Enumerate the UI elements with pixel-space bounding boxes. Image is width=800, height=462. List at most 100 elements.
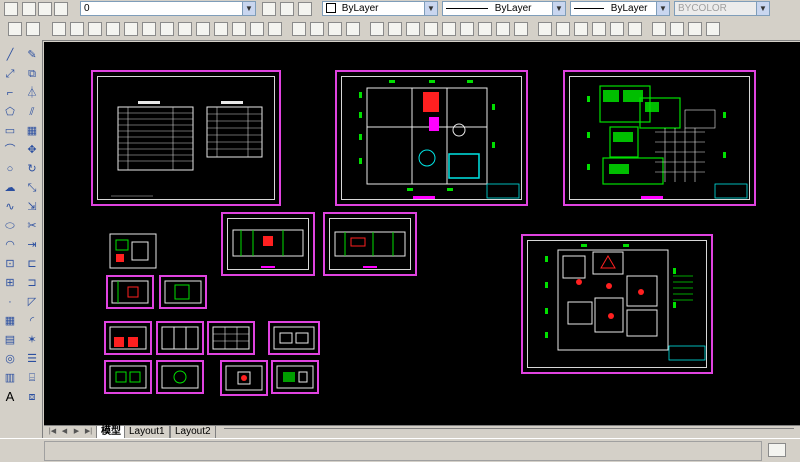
color-dropdown[interactable]: ByLayer ▼ — [322, 1, 438, 16]
drawing-sheet-detail[interactable] — [106, 275, 154, 309]
model-space-canvas[interactable] — [44, 42, 800, 425]
tool-icon[interactable] — [70, 22, 84, 36]
erase-icon[interactable]: ✎ — [25, 48, 39, 62]
drawing-sheet-layout-plan[interactable] — [521, 234, 713, 374]
line-icon[interactable]: ╱ — [3, 48, 17, 62]
tool-icon[interactable] — [178, 22, 192, 36]
match-properties-icon[interactable]: ⌸ — [25, 371, 39, 385]
copy-icon[interactable]: ⧉ — [25, 67, 39, 81]
construction-line-icon[interactable]: ⤢ — [3, 67, 17, 81]
point-icon[interactable]: · — [3, 295, 17, 309]
text-icon[interactable] — [514, 22, 528, 36]
plotstyle-dropdown[interactable]: BYCOLOR ▼ — [674, 1, 770, 16]
polygon-icon[interactable]: ⬠ — [3, 105, 17, 119]
dimension-icon[interactable] — [424, 22, 438, 36]
offset-icon[interactable]: ⫽ — [25, 105, 39, 119]
tool-icon[interactable] — [88, 22, 102, 36]
insert-block-icon[interactable]: ⊡ — [3, 257, 17, 271]
tool-icon[interactable] — [124, 22, 138, 36]
drawing-sheet-elevation[interactable] — [323, 212, 417, 276]
snap-icon[interactable] — [346, 22, 360, 36]
move-icon[interactable]: ✥ — [25, 143, 39, 157]
chamfer-icon[interactable]: ◸ — [25, 295, 39, 309]
snap-icon[interactable] — [292, 22, 306, 36]
layer-previous-icon[interactable] — [280, 2, 294, 16]
drawing-sheet-detail[interactable] — [104, 321, 152, 355]
linetype-dropdown[interactable]: ByLayer ▼ — [442, 1, 566, 16]
ellipse-icon[interactable]: ⬭ — [3, 219, 17, 233]
move-icon[interactable] — [670, 22, 684, 36]
drawing-sheet-detail[interactable] — [271, 360, 319, 394]
next-tab-icon[interactable]: ▶ — [72, 427, 81, 437]
dimension-icon[interactable] — [610, 22, 624, 36]
circle-icon[interactable]: ○ — [3, 162, 17, 176]
layer-icon[interactable] — [26, 22, 40, 36]
polyline-icon[interactable]: ⌐ — [3, 86, 17, 100]
tool-icon[interactable] — [142, 22, 156, 36]
drawing-sheet-detail[interactable] — [156, 360, 204, 394]
communication-center-icon[interactable] — [768, 443, 786, 457]
layer-manager-icon[interactable] — [4, 2, 18, 16]
make-current-layer-icon[interactable] — [262, 2, 276, 16]
revcloud-icon[interactable]: ☁ — [3, 181, 17, 195]
make-block-icon[interactable]: ⊞ — [3, 276, 17, 290]
text-icon[interactable] — [478, 22, 492, 36]
drawing-sheet-detail[interactable] — [159, 275, 207, 309]
last-tab-icon[interactable]: ▶| — [84, 427, 93, 437]
join-icon[interactable]: ⊐ — [25, 276, 39, 290]
break-icon[interactable]: ⊏ — [25, 257, 39, 271]
dimension-icon[interactable] — [574, 22, 588, 36]
first-tab-icon[interactable]: |◀ — [48, 427, 57, 437]
lineweight-dropdown[interactable]: ByLayer ▼ — [570, 1, 670, 16]
snap-icon[interactable] — [310, 22, 324, 36]
dimension-icon[interactable] — [556, 22, 570, 36]
command-line-area[interactable] — [44, 441, 762, 461]
lock-icon[interactable] — [54, 2, 68, 16]
drawing-sheet-detail[interactable] — [108, 232, 158, 270]
array-icon[interactable]: ▦ — [25, 124, 39, 138]
move-icon[interactable] — [652, 22, 666, 36]
drawing-sheet-detail[interactable] — [156, 321, 204, 355]
tool-icon[interactable] — [160, 22, 174, 36]
dimension-icon[interactable] — [406, 22, 420, 36]
arc-icon[interactable]: ⌒ — [3, 143, 17, 157]
drawing-sheet-detail[interactable] — [207, 321, 255, 355]
mirror-icon[interactable]: ⏃ — [25, 86, 39, 100]
spline-icon[interactable]: ∿ — [3, 200, 17, 214]
tool-icon[interactable] — [214, 22, 228, 36]
layer-dropdown[interactable]: 0 ▼ — [80, 1, 256, 16]
tool-icon[interactable] — [106, 22, 120, 36]
dimension-icon[interactable] — [388, 22, 402, 36]
drawing-sheet-detail[interactable] — [268, 321, 320, 355]
ellipse-arc-icon[interactable]: ◠ — [3, 238, 17, 252]
drawing-sheet-ceiling-plan[interactable] — [563, 70, 756, 206]
dimension-icon[interactable] — [370, 22, 384, 36]
tool-icon[interactable] — [52, 22, 66, 36]
fillet-icon[interactable]: ◜ — [25, 314, 39, 328]
tool-icon[interactable] — [196, 22, 210, 36]
dimension-icon[interactable] — [460, 22, 474, 36]
dimension-icon[interactable] — [442, 22, 456, 36]
horizontal-scrollbar[interactable] — [224, 428, 794, 438]
drawing-sheet-index[interactable] — [91, 70, 281, 206]
drawing-sheet-elevation[interactable] — [221, 212, 315, 276]
hatch-icon[interactable]: ▦ — [3, 314, 17, 328]
dimension-icon[interactable] — [628, 22, 642, 36]
dimension-icon[interactable] — [592, 22, 606, 36]
tool-icon[interactable] — [250, 22, 264, 36]
prev-tab-icon[interactable]: ◀ — [60, 427, 69, 437]
rotate-icon[interactable]: ↻ — [25, 162, 39, 176]
properties-icon[interactable]: ☰ — [25, 352, 39, 366]
move-icon[interactable] — [688, 22, 702, 36]
table-icon[interactable]: ▥ — [3, 371, 17, 385]
text-icon[interactable] — [496, 22, 510, 36]
layer-states-icon[interactable] — [298, 2, 312, 16]
snap-icon[interactable] — [328, 22, 342, 36]
drawing-sheet-detail[interactable] — [104, 360, 152, 394]
stretch-icon[interactable]: ⇲ — [25, 200, 39, 214]
extend-icon[interactable]: ⇥ — [25, 238, 39, 252]
mtext-icon[interactable]: A — [3, 390, 17, 404]
layer-icon[interactable] — [8, 22, 22, 36]
tool-icon[interactable] — [268, 22, 282, 36]
clipboard-icon[interactable] — [706, 22, 720, 36]
